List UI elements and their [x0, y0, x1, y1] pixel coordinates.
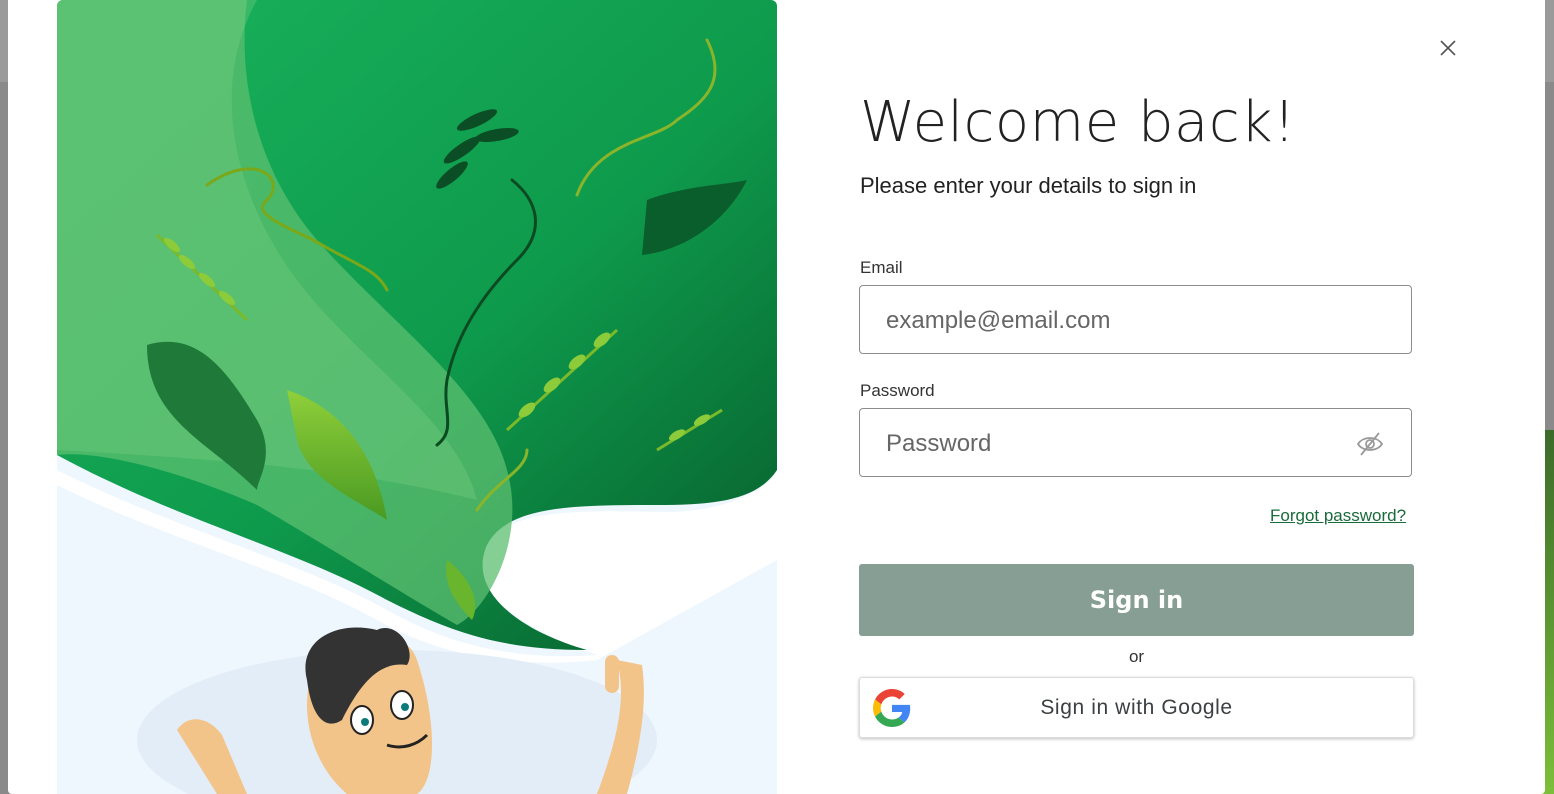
sign-in-button[interactable]: Sign in [859, 564, 1414, 636]
email-field-container [859, 285, 1412, 355]
or-separator: or [1128, 647, 1145, 666]
google-sign-in-button[interactable]: Sign in with Google [859, 677, 1414, 738]
forgot-password-link[interactable]: Forgot password? [1270, 506, 1406, 526]
dialog-title: Welcome back! [860, 90, 1296, 155]
password-visibility-toggle[interactable] [1355, 431, 1385, 457]
illustration-art [57, 0, 777, 794]
welcome-illustration [57, 0, 777, 794]
sign-in-modal: Welcome back! Please enter your details … [8, 0, 1545, 794]
dialog-subtitle: Please enter your details to sign in [860, 173, 1197, 198]
google-sign-in-label: Sign in with Google [1040, 696, 1233, 719]
close-button[interactable] [1433, 33, 1463, 63]
close-icon [1440, 40, 1456, 56]
password-label: Password [860, 381, 935, 400]
password-input[interactable] [884, 409, 1348, 478]
password-field-container [859, 408, 1412, 478]
eye-slash-icon [1356, 432, 1384, 456]
email-label: Email [860, 258, 903, 277]
email-input[interactable] [884, 286, 1348, 355]
